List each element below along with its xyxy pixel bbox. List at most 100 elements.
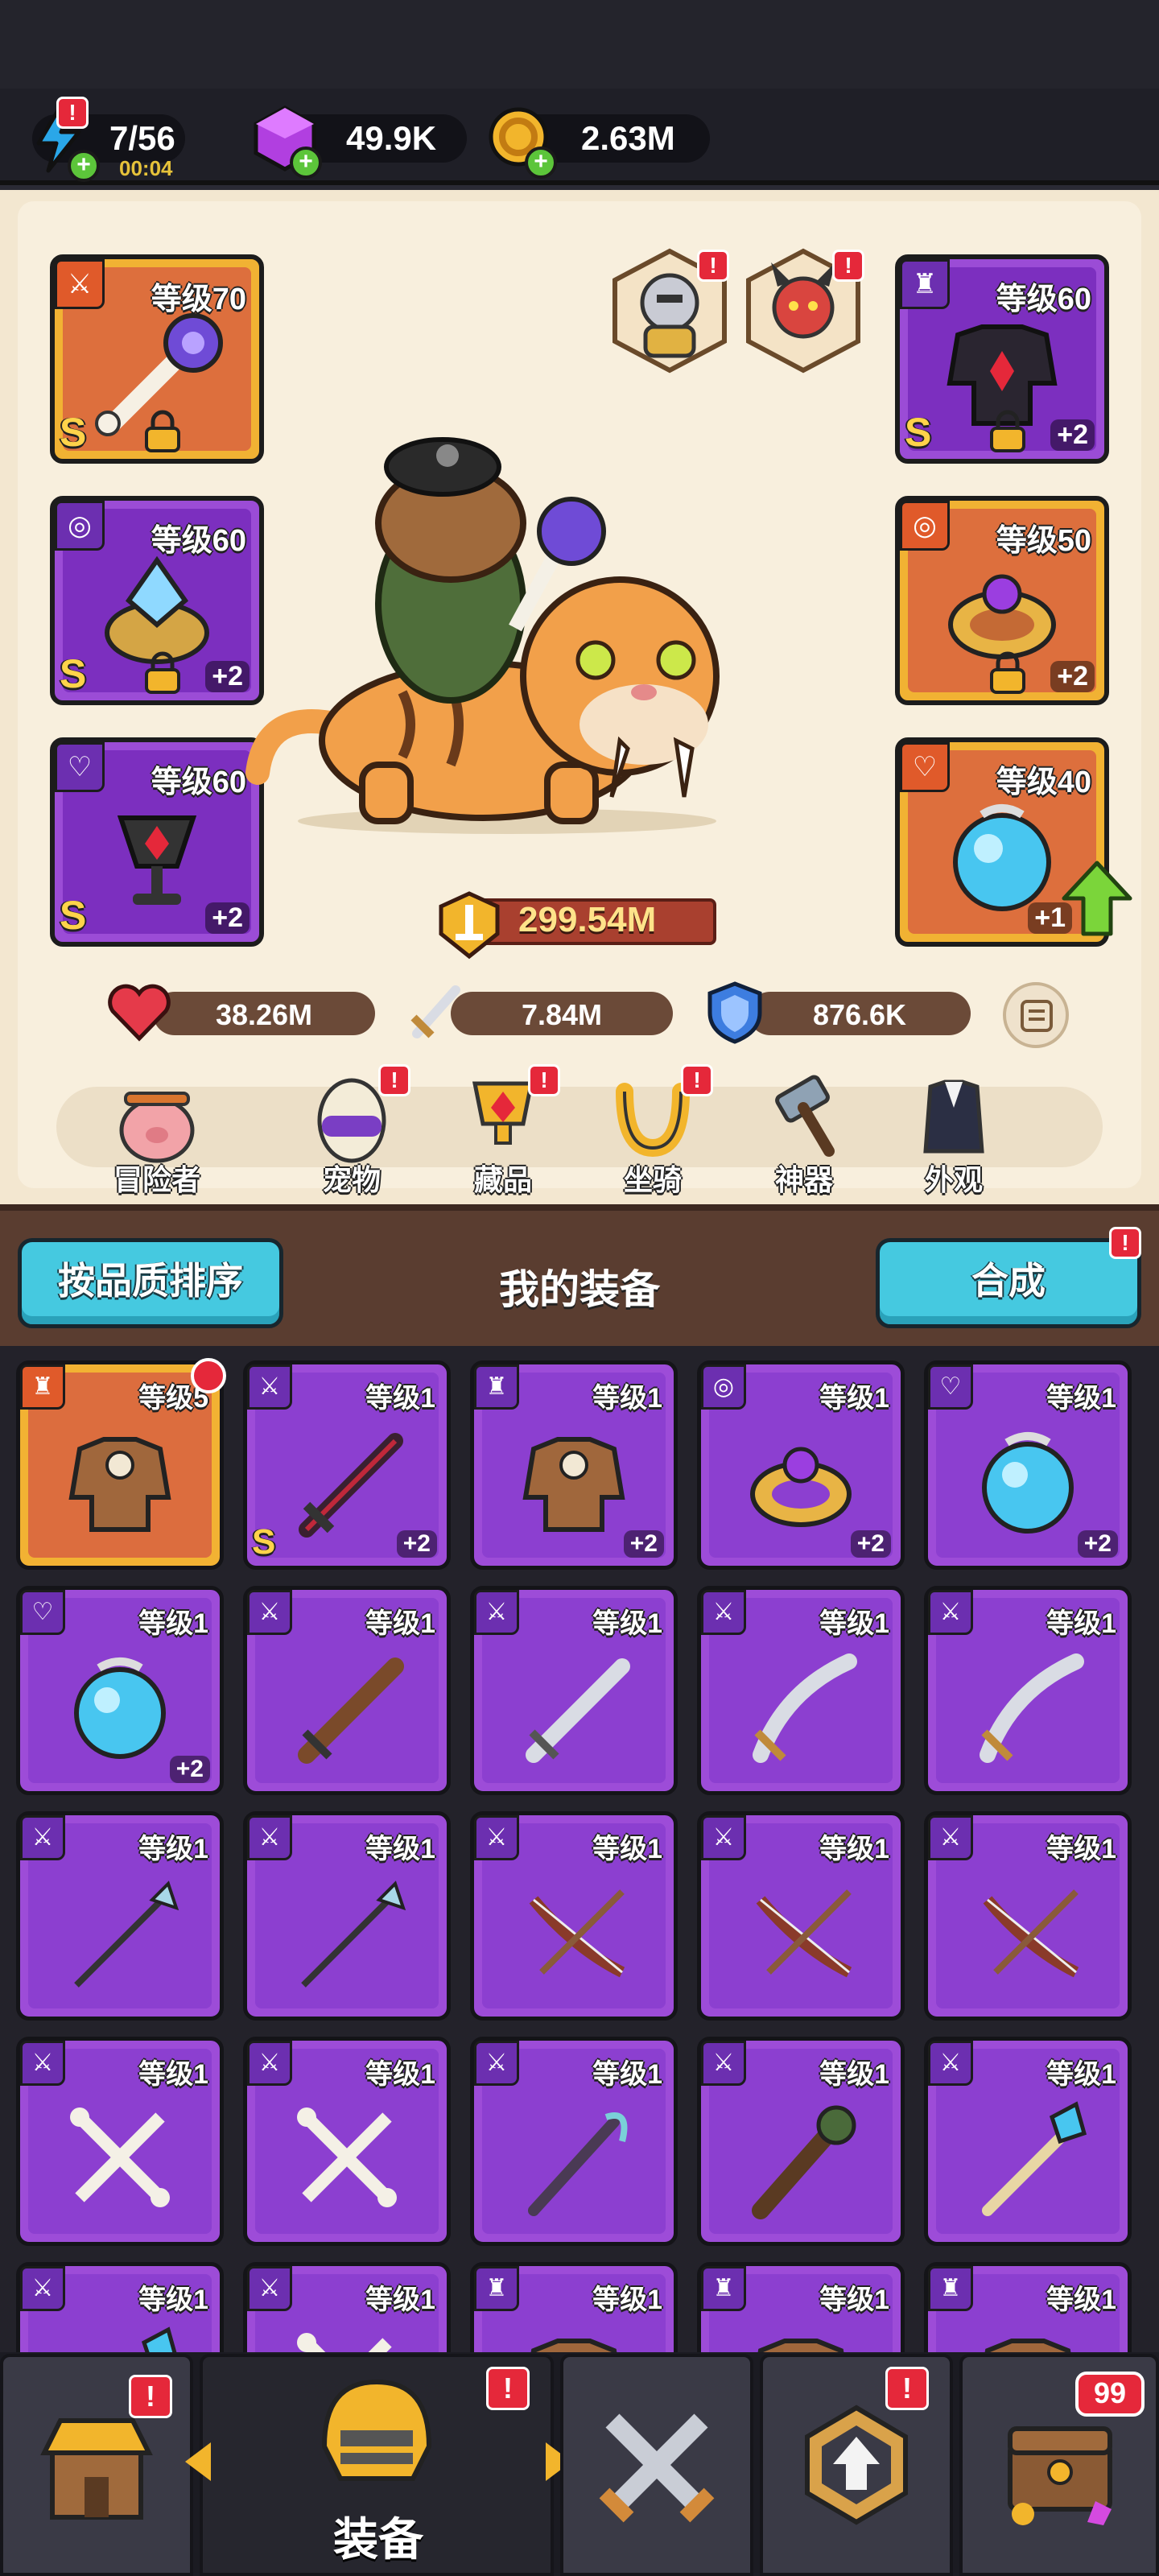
staff-icon (528, 2112, 628, 2216)
item-level: 等级1 (365, 1834, 435, 1864)
equipped-slot-ring-2[interactable]: ◎ 等级50 +2 (895, 496, 1109, 705)
attack-value: 7.84M (521, 998, 603, 1031)
gem-counter[interactable]: + 49.9K (254, 105, 467, 179)
add-gold-icon[interactable]: + (525, 147, 557, 179)
gold-counter[interactable]: + 2.63M (489, 107, 710, 179)
sword-icon (410, 985, 460, 1038)
pig-adventurer-icon (119, 1092, 195, 1163)
necklace-slot-icon: ♡ (55, 742, 105, 792)
merge-alert-badge: ! (1109, 1227, 1141, 1259)
inventory-item[interactable]: ♜ 等级1 (470, 2262, 678, 2352)
rank-label: S (60, 893, 87, 938)
system-status-bar (0, 0, 1159, 89)
stats-detail-button[interactable] (1003, 982, 1069, 1048)
inventory-item[interactable]: ⚔ 等级1 (470, 2037, 678, 2246)
upgrade-plus: +2 (1050, 661, 1095, 692)
sword-slot-icon: ⚔ (701, 1590, 746, 1635)
inventory-item[interactable]: ⚔ 等级1 (924, 1811, 1132, 2021)
equipped-slot-armor[interactable]: ♜ 等级60 S +2 (895, 254, 1109, 464)
add-gem-icon[interactable]: + (290, 147, 322, 179)
nav-left-arrow-icon[interactable] (182, 2439, 214, 2484)
energy-counter[interactable]: + 7/56 (32, 105, 185, 182)
spear-icon (74, 1880, 179, 1988)
fur-armor-icon (984, 2339, 1071, 2352)
new-item-badge (191, 1358, 226, 1393)
inventory-header: 按品质排序 我的装备 合成 (0, 1204, 1159, 1346)
upgrade-plus: +2 (205, 902, 250, 934)
inventory-item[interactable]: ⚔ 等级1 (243, 2037, 451, 2246)
rank-label: S (252, 1522, 276, 1562)
armor-slot-icon: ♜ (474, 1364, 519, 1410)
upgrade-arrow-icon[interactable] (1061, 858, 1133, 939)
item-level: 等级1 (819, 1834, 889, 1864)
inventory-item[interactable]: ◎ 等级1 +2 (697, 1360, 905, 1570)
equipped-level: 等级50 (996, 524, 1091, 558)
club-icon (752, 2105, 856, 2219)
item-level: 等级1 (365, 2285, 435, 2315)
inventory-grid: ♜ 等级5 ⚔ 等级1 S +2 ♜ 等级1 +2 ◎ 等级1 +2 ♡ 等级1 +2 ♡ 等级1 +2 ⚔ 等级1 ⚔… (0, 1346, 1159, 2352)
item-level: 等级1 (1046, 1834, 1116, 1864)
sword-slot-icon: ⚔ (247, 2266, 292, 2311)
add-energy-icon[interactable]: + (68, 150, 100, 182)
fur-armor-icon (522, 1437, 625, 1532)
equipped-slot-necklace[interactable]: ♡ 等级60 S +2 (50, 737, 264, 947)
energy-alert-badge: ! (56, 97, 89, 129)
equipped-slot-weapon[interactable]: ⚔ 等级70 S (50, 254, 264, 464)
merge-button[interactable]: 合成 (876, 1238, 1141, 1328)
inventory-item[interactable]: ⚔ 等级1 (924, 2037, 1132, 2246)
inventory-item[interactable]: ⚔ 等级1 (697, 1811, 905, 2021)
inventory-item[interactable]: ⚔ 等级1 (16, 2262, 224, 2352)
inventory-item[interactable]: ⚔ 等级1 (16, 2037, 224, 2246)
item-level: 等级1 (819, 2285, 889, 2315)
inventory-item[interactable]: ♜ 等级1 +2 (470, 1360, 678, 1570)
sword-slot-icon: ⚔ (928, 1590, 973, 1635)
inventory-item[interactable]: ⚔ 等级1 (243, 2262, 451, 2352)
inventory-item[interactable]: ♜ 等级1 (924, 2262, 1132, 2352)
mount-alert-badge: ! (681, 1064, 713, 1096)
inventory-item[interactable]: ⚔ 等级1 S +2 (243, 1360, 451, 1570)
item-level: 等级1 (1046, 1608, 1116, 1639)
necklace-slot-icon: ♡ (928, 1364, 973, 1410)
inventory-item[interactable]: ⚔ 等级1 (697, 1586, 905, 1795)
equipped-level: 等级70 (151, 283, 246, 316)
inventory-item[interactable]: ⚔ 等级1 (16, 1811, 224, 2021)
combat-power-value: 299.54M (518, 900, 657, 939)
item-level: 等级1 (819, 1383, 889, 1414)
item-level: 等级1 (1046, 2059, 1116, 2090)
tab-artifact[interactable]: 神器 (744, 1067, 864, 1196)
gem-value: 49.9K (346, 119, 437, 157)
bone-bow-icon (70, 2107, 170, 2207)
equipped-slot-ring[interactable]: ◎ 等级60 S +2 (50, 496, 264, 705)
item-level: 等级1 (592, 1383, 662, 1414)
sword-slot-icon: ⚔ (247, 1590, 292, 1635)
inventory-item[interactable]: ♡ 等级1 +2 (924, 1360, 1132, 1570)
lock-icon (990, 651, 1025, 694)
inventory-item[interactable]: ♜ 等级5 (16, 1358, 226, 1570)
sword-slot-icon: ⚔ (20, 1815, 65, 1860)
inventory-item[interactable]: ⚔ 等级1 (243, 1586, 451, 1795)
inventory-item[interactable]: ⚔ 等级1 (924, 1586, 1132, 1795)
nav-battle[interactable] (560, 2354, 753, 2576)
sword-slot-icon: ⚔ (928, 2041, 973, 2086)
combat-power-banner: 299.54M (435, 890, 716, 960)
inventory-item[interactable]: ♜ 等级1 (697, 2262, 905, 2352)
bone-bow-icon (297, 2107, 397, 2207)
inventory-item[interactable]: ⚔ 等级1 (470, 1586, 678, 1795)
tab-appearance[interactable]: 外观 (893, 1067, 1014, 1196)
inventory-item[interactable]: ⚔ 等级1 (243, 1811, 451, 2021)
sword-slot-icon: ⚔ (20, 2041, 65, 2086)
dark-chalice-icon (117, 815, 197, 905)
inventory-item[interactable]: ⚔ 等级1 (470, 1811, 678, 2021)
inventory-item[interactable]: ♡ 等级1 +2 (16, 1586, 224, 1795)
tab-adventurer[interactable]: 冒险者 (97, 1067, 217, 1196)
defense-value: 876.6K (812, 998, 907, 1031)
nav-equipment-label: 装备 (333, 2514, 423, 2565)
inventory-item[interactable]: ⚔ 等级1 (697, 2037, 905, 2246)
sword-slot-icon: ⚔ (247, 1364, 292, 1410)
stat-hp: 38.26M (153, 992, 375, 1035)
upgrade-plus: +2 (169, 1756, 210, 1783)
item-level: 等级1 (1046, 1383, 1116, 1414)
sword-slot-icon: ⚔ (247, 1815, 292, 1860)
companion-alert-badge: ! (697, 250, 729, 282)
sword-slot-icon: ⚔ (474, 2041, 519, 2086)
